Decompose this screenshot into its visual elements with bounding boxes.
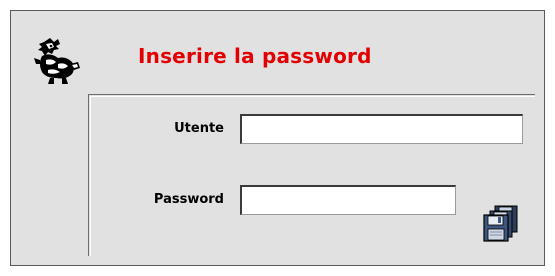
password-input[interactable] xyxy=(240,185,456,215)
dialog-title: Inserire la password xyxy=(138,44,372,68)
user-input[interactable] xyxy=(240,114,523,144)
floppy-disk-icon xyxy=(483,205,518,242)
user-label: Utente xyxy=(174,121,224,136)
save-button[interactable] xyxy=(481,203,521,243)
password-label: Password xyxy=(153,192,224,207)
mascot-logo-icon xyxy=(34,38,80,84)
